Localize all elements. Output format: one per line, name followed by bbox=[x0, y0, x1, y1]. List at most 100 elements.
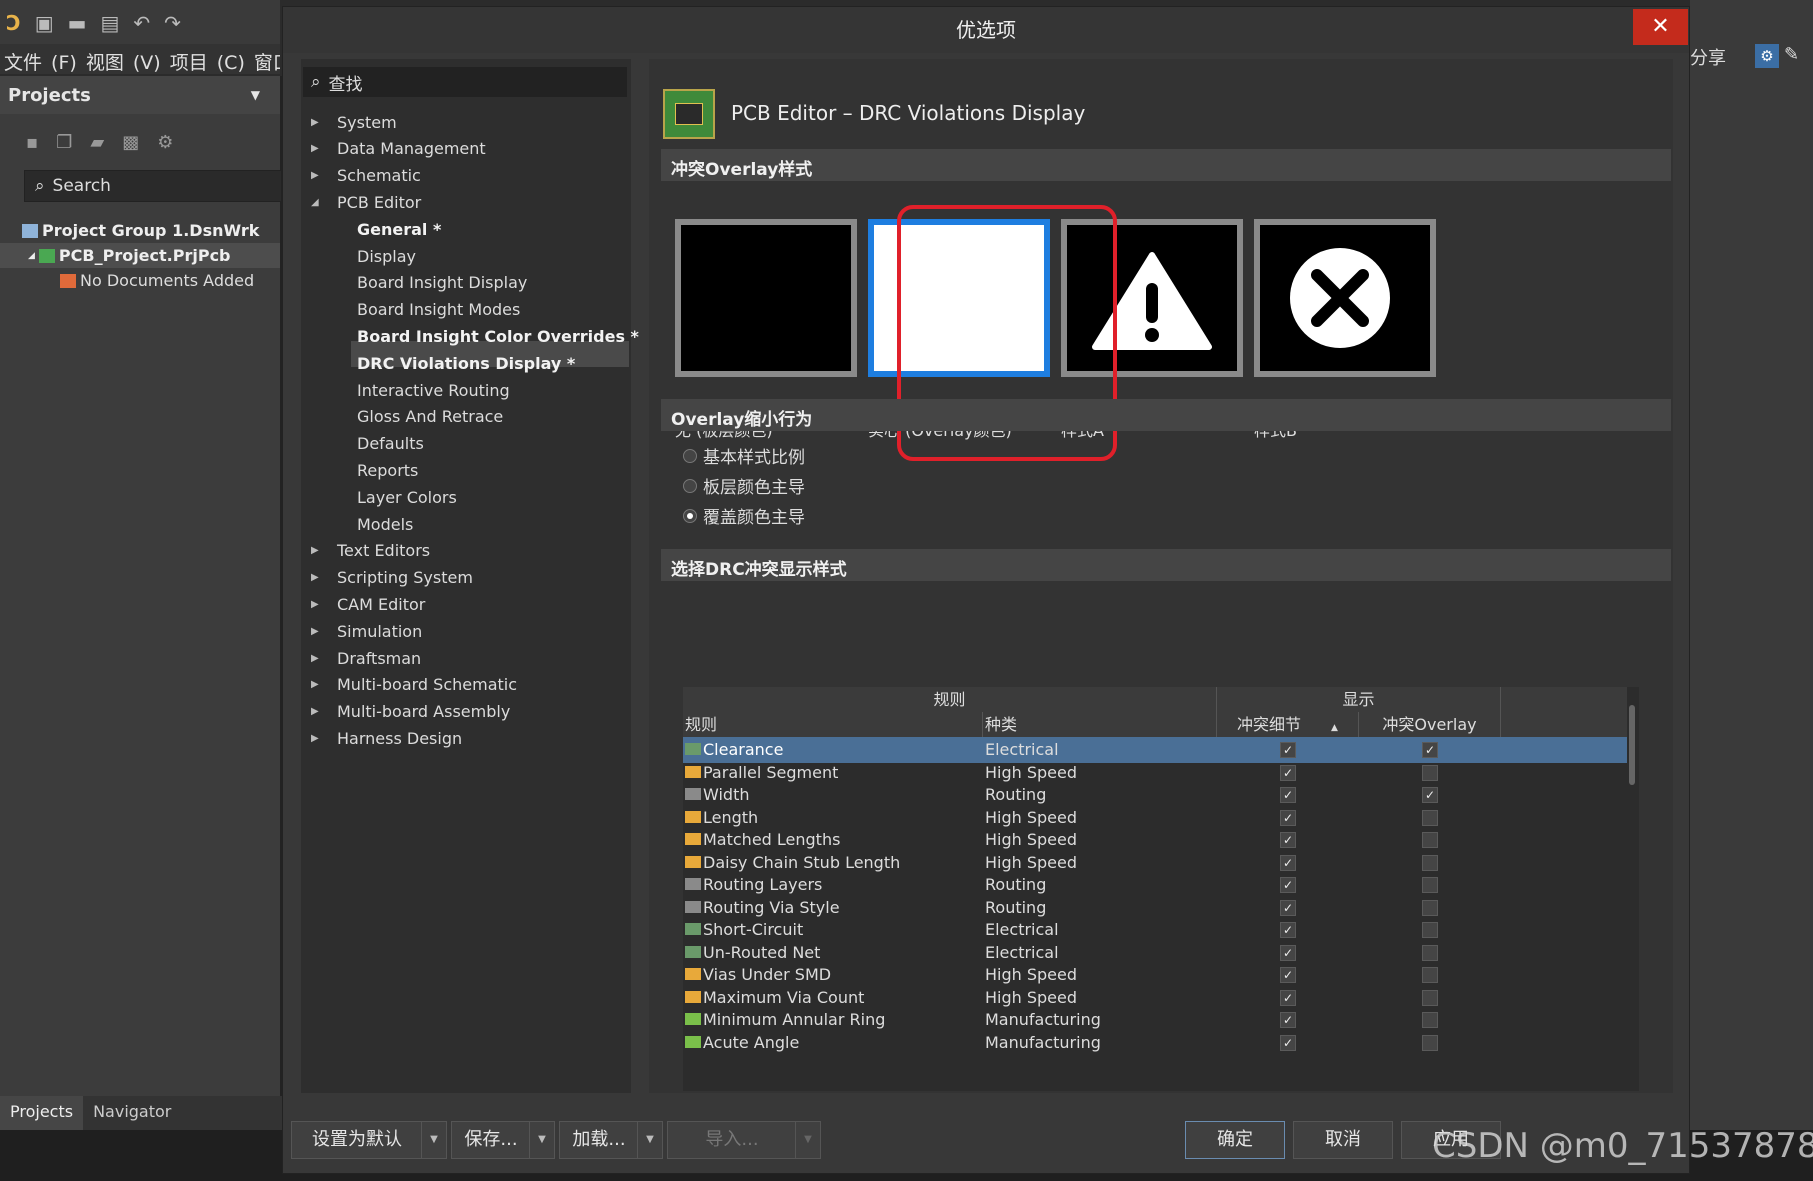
collapse-arrow-icon[interactable]: ◢ bbox=[311, 197, 337, 208]
close-doc-icon[interactable]: ▰ bbox=[90, 132, 104, 153]
redo-icon[interactable]: ↷ bbox=[164, 11, 181, 35]
overlay-checkbox[interactable] bbox=[1422, 832, 1438, 848]
nav-item-defaults[interactable]: Defaults bbox=[357, 429, 424, 459]
main-menu-bar[interactable]: 文件 (F) 视图 (V) 项目 (C) 窗口 ( bbox=[0, 44, 280, 74]
detail-checkbox[interactable]: ✓ bbox=[1280, 989, 1296, 1006]
preferences-search-input[interactable]: ⌕ 查找 bbox=[303, 67, 627, 97]
expand-arrow-icon[interactable]: ▶ bbox=[311, 545, 337, 556]
detail-checkbox[interactable]: ✓ bbox=[1280, 854, 1296, 871]
nav-item-board-insight-color-overrides[interactable]: Board Insight Color Overrides * bbox=[357, 321, 639, 351]
tree-item-project-group[interactable]: Project Group 1.DsnWrk bbox=[0, 218, 280, 243]
nav-item-reports[interactable]: Reports bbox=[357, 455, 418, 485]
expand-arrow-icon[interactable]: ◢ bbox=[28, 251, 35, 261]
detail-checkbox[interactable]: ✓ bbox=[1280, 742, 1296, 758]
expand-arrow-icon[interactable]: ▶ bbox=[311, 653, 337, 664]
col-header-rule[interactable]: 规则 bbox=[683, 712, 983, 737]
nav-item-simulation[interactable]: ▶ Simulation bbox=[311, 616, 422, 646]
nav-item-multi-board-assembly[interactable]: ▶ Multi-board Assembly bbox=[311, 697, 510, 727]
col-header-kind[interactable]: 种类 bbox=[983, 712, 1217, 737]
expand-arrow-icon[interactable]: ▶ bbox=[311, 679, 337, 690]
set-default-dropdown[interactable]: ▼ bbox=[421, 1121, 447, 1159]
detail-checkbox[interactable]: ✓ bbox=[1280, 809, 1296, 826]
detail-checkbox[interactable]: ✓ bbox=[1280, 944, 1296, 961]
nav-item-system[interactable]: ▶ System bbox=[311, 107, 397, 137]
overlay-checkbox[interactable] bbox=[1422, 899, 1438, 916]
tab-projects[interactable]: Projects bbox=[0, 1096, 84, 1130]
overlay-checkbox[interactable] bbox=[1422, 764, 1438, 781]
load-button[interactable]: 加载... bbox=[559, 1121, 639, 1159]
overlay-checkbox[interactable]: ✓ bbox=[1422, 787, 1438, 803]
col-header-overlay[interactable]: 冲突Overlay bbox=[1359, 712, 1501, 737]
nav-item-display[interactable]: Display bbox=[357, 241, 416, 271]
nav-item-cam-editor[interactable]: ▶ CAM Editor bbox=[311, 589, 425, 619]
copy-icon[interactable]: ❐ bbox=[56, 132, 72, 153]
nav-item-schematic[interactable]: ▶ Schematic bbox=[311, 161, 421, 191]
ok-button[interactable]: 确定 bbox=[1185, 1121, 1285, 1159]
expand-arrow-icon[interactable]: ▶ bbox=[311, 170, 337, 181]
expand-arrow-icon[interactable]: ▶ bbox=[311, 626, 337, 637]
open-folder-icon[interactable]: ▬ bbox=[68, 11, 87, 35]
settings-gear-icon[interactable]: ⚙ bbox=[1755, 44, 1779, 68]
nav-item-interactive-routing[interactable]: Interactive Routing bbox=[357, 375, 510, 405]
nav-item-data-management[interactable]: ▶ Data Management bbox=[311, 134, 486, 164]
folder-icon[interactable]: ▩ bbox=[122, 132, 139, 153]
nav-item-drc-violations-display[interactable]: DRC Violations Display * bbox=[357, 348, 575, 378]
overlay-checkbox[interactable] bbox=[1422, 1012, 1438, 1028]
detail-checkbox[interactable]: ✓ bbox=[1280, 1034, 1296, 1051]
cancel-button[interactable]: 取消 bbox=[1293, 1121, 1393, 1159]
close-button[interactable]: ✕ bbox=[1633, 9, 1688, 45]
radio-overlay-color-dominant[interactable]: 覆盖颜色主导 bbox=[683, 503, 805, 528]
detail-checkbox[interactable]: ✓ bbox=[1280, 877, 1296, 893]
load-dropdown[interactable]: ▼ bbox=[637, 1121, 663, 1159]
detail-checkbox[interactable]: ✓ bbox=[1280, 832, 1296, 848]
overlay-checkbox[interactable]: ✓ bbox=[1422, 742, 1438, 758]
gear-icon[interactable]: ⚙ bbox=[157, 132, 173, 153]
scrollbar-thumb[interactable] bbox=[1629, 705, 1635, 785]
radio-base-scale[interactable]: 基本样式比例 bbox=[683, 443, 805, 468]
import-button[interactable]: 导入... bbox=[667, 1121, 797, 1159]
nav-item-draftsman[interactable]: ▶ Draftsman bbox=[311, 643, 421, 673]
tree-item-no-documents[interactable]: No Documents Added bbox=[0, 268, 280, 293]
pen-icon[interactable]: ✎ bbox=[1784, 44, 1799, 65]
table-row[interactable]: Acute Angle Manufacturing ✓ bbox=[683, 1030, 1627, 1056]
open-project-icon[interactable]: ▤ bbox=[101, 11, 120, 35]
nav-item-general[interactable]: General * bbox=[357, 214, 441, 244]
overlay-checkbox[interactable] bbox=[1422, 1034, 1438, 1051]
expand-arrow-icon[interactable]: ▶ bbox=[311, 706, 337, 717]
radio-button[interactable] bbox=[683, 448, 697, 463]
nav-item-scripting-system[interactable]: ▶ Scripting System bbox=[311, 563, 473, 593]
nav-item-text-editors[interactable]: ▶ Text Editors bbox=[311, 536, 430, 566]
save-icon[interactable]: ▣ bbox=[35, 11, 54, 35]
radio-layer-color-dominant[interactable]: 板层颜色主导 bbox=[683, 473, 805, 498]
radio-button[interactable] bbox=[683, 478, 697, 493]
app-logo-icon[interactable]: Ɔ bbox=[6, 11, 21, 35]
panel-dropdown-icon[interactable]: ▼ bbox=[251, 88, 260, 102]
expand-arrow-icon[interactable]: ▶ bbox=[311, 599, 337, 610]
tree-item-pcb-project[interactable]: ◢ PCB_Project.PrjPcb bbox=[0, 243, 280, 268]
save-icon[interactable]: ▪ bbox=[26, 132, 38, 153]
detail-checkbox[interactable]: ✓ bbox=[1280, 787, 1296, 803]
nav-item-multi-board-schematic[interactable]: ▶ Multi-board Schematic bbox=[311, 670, 517, 700]
projects-search-input[interactable]: ⌕ Search bbox=[24, 170, 282, 202]
radio-button-checked[interactable] bbox=[683, 508, 697, 523]
detail-checkbox[interactable]: ✓ bbox=[1280, 899, 1296, 916]
overlay-checkbox[interactable] bbox=[1422, 967, 1438, 983]
nav-item-gloss-and-retrace[interactable]: Gloss And Retrace bbox=[357, 402, 503, 432]
overlay-style-none[interactable] bbox=[675, 219, 857, 377]
import-dropdown[interactable]: ▼ bbox=[795, 1121, 821, 1159]
tab-navigator[interactable]: Navigator bbox=[83, 1096, 181, 1130]
expand-arrow-icon[interactable]: ▶ bbox=[311, 733, 337, 744]
expand-arrow-icon[interactable]: ▶ bbox=[311, 117, 337, 128]
overlay-checkbox[interactable] bbox=[1422, 989, 1438, 1006]
overlay-checkbox[interactable] bbox=[1422, 854, 1438, 871]
detail-checkbox[interactable]: ✓ bbox=[1280, 1012, 1296, 1028]
nav-item-layer-colors[interactable]: Layer Colors bbox=[357, 482, 457, 512]
undo-icon[interactable]: ↶ bbox=[133, 11, 150, 35]
nav-item-models[interactable]: Models bbox=[357, 509, 413, 539]
overlay-checkbox[interactable] bbox=[1422, 877, 1438, 893]
col-header-detail[interactable]: 冲突细节 ▲ bbox=[1217, 712, 1359, 737]
share-button[interactable]: 分享 bbox=[1690, 44, 1726, 70]
detail-checkbox[interactable]: ✓ bbox=[1280, 922, 1296, 938]
overlay-checkbox[interactable] bbox=[1422, 809, 1438, 826]
detail-checkbox[interactable]: ✓ bbox=[1280, 967, 1296, 983]
